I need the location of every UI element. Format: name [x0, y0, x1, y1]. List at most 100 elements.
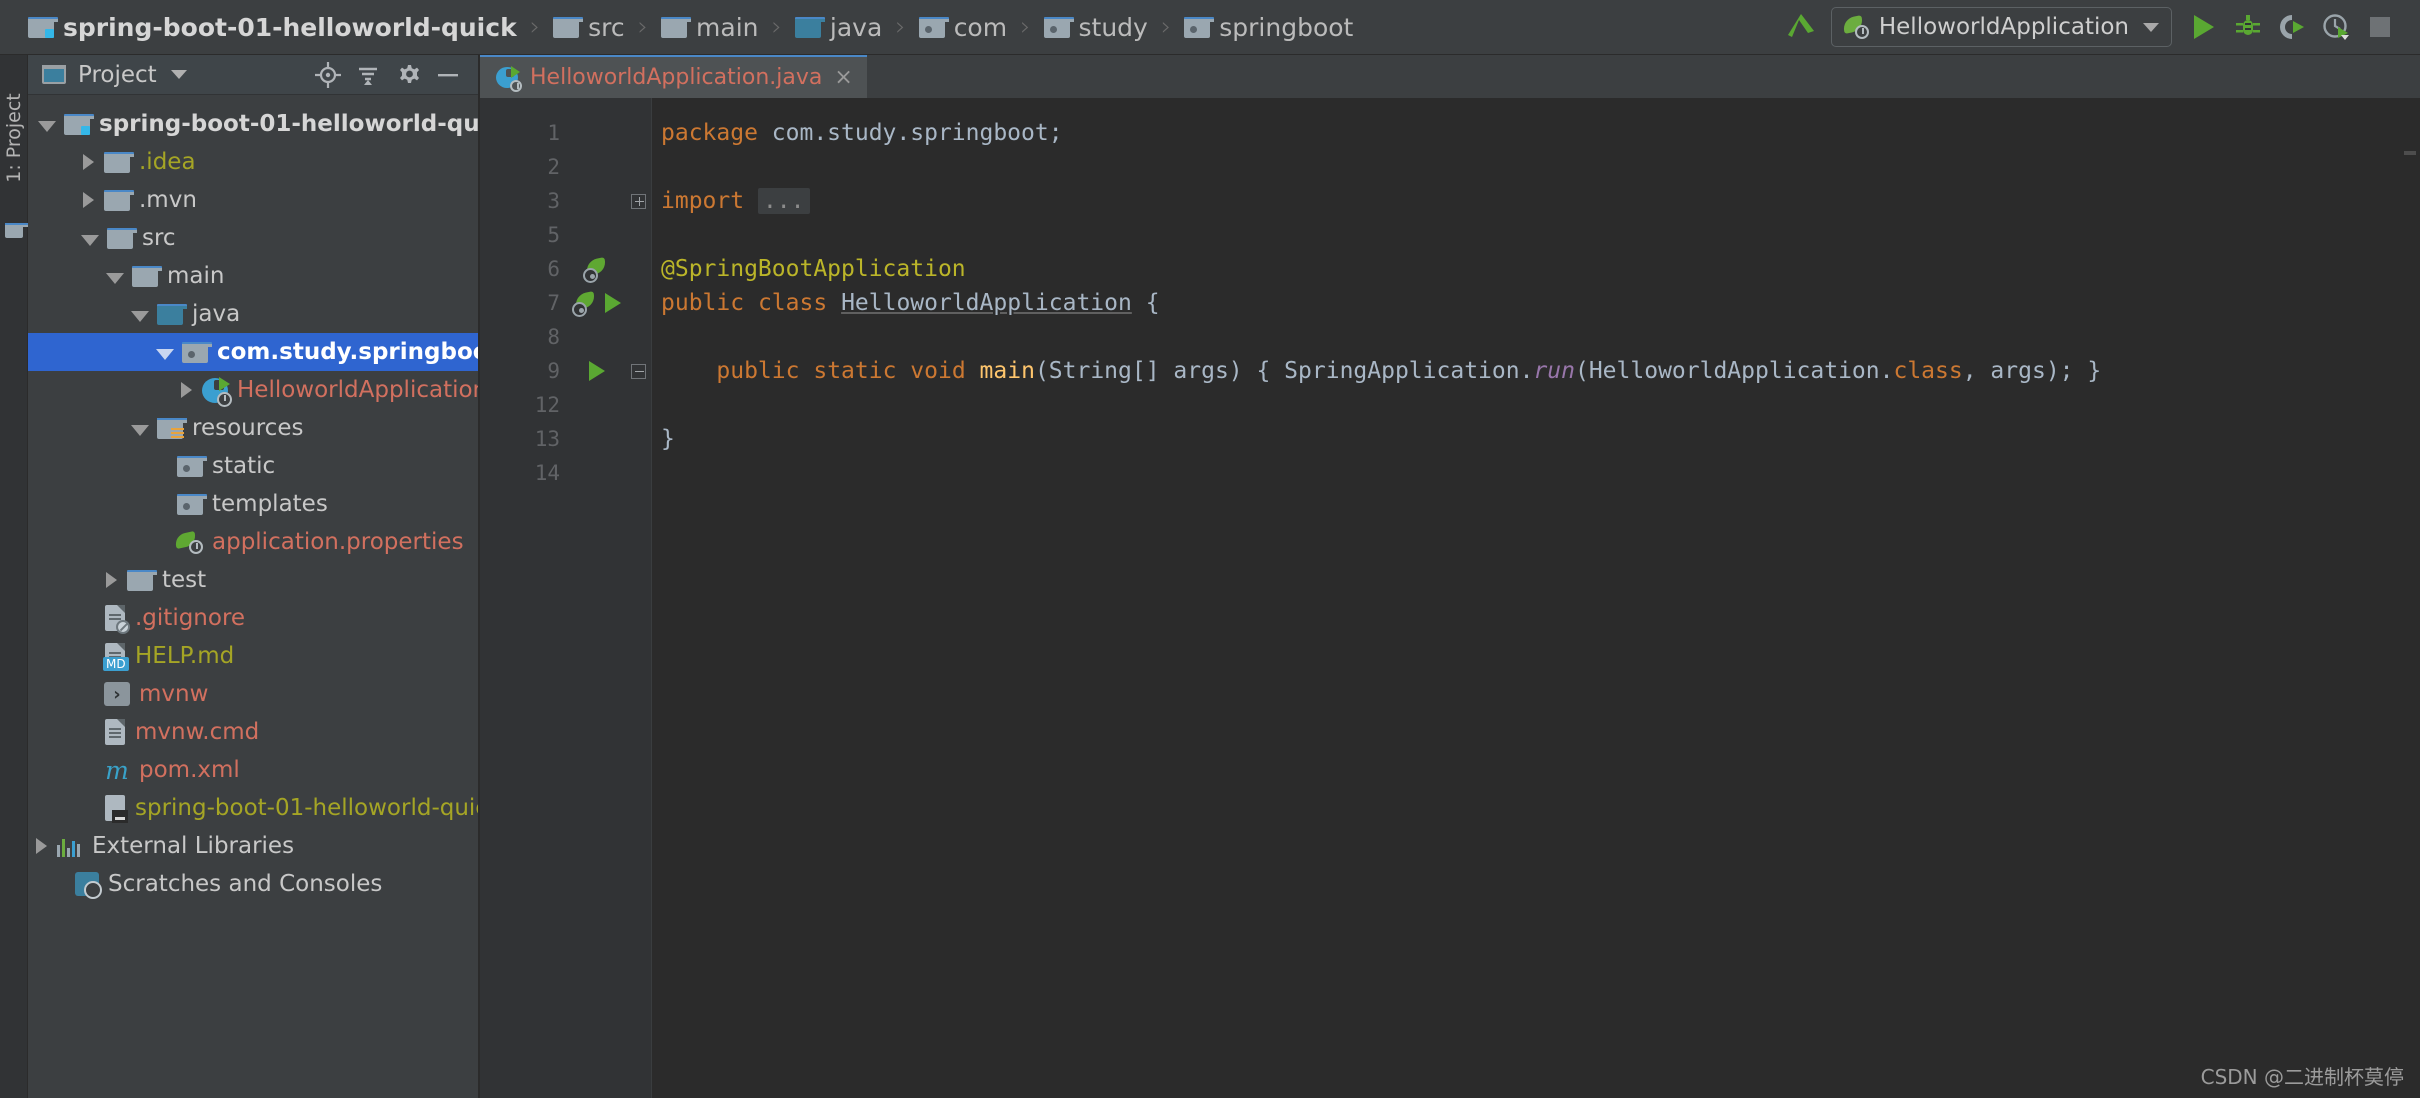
gutter-run-main[interactable] [568, 354, 626, 388]
tree-row-help-md[interactable]: MD HELP.md [28, 637, 478, 675]
tree-row-mvnw[interactable]: › mvnw [28, 675, 478, 713]
gutter-slot [568, 388, 626, 422]
tree-row-mvnw-cmd[interactable]: mvnw.cmd [28, 713, 478, 751]
chevron-collapsed-icon[interactable] [36, 838, 47, 854]
code-editor[interactable]: 1 2 3 5 6 7 8 9 12 13 14 package com.stu… [480, 98, 2420, 1098]
tree-row-test[interactable]: test [28, 561, 478, 599]
tree-row-src[interactable]: src [28, 219, 478, 257]
run-with-coverage-button[interactable] [2270, 5, 2314, 49]
profiler-button[interactable] [2314, 5, 2358, 49]
chevron-collapsed-icon[interactable] [106, 572, 117, 588]
chevron-expanded-icon[interactable] [131, 310, 149, 322]
tree-row-label: mvnw.cmd [135, 719, 260, 745]
tree-row-label: spring-boot-01-helloworld-quick [99, 111, 517, 137]
tree-row-label: .idea [139, 149, 196, 175]
run-button[interactable] [2182, 5, 2226, 49]
run-icon[interactable] [589, 361, 605, 381]
code-token: (String[] args) { SpringApplication. [1034, 358, 1534, 384]
gutter-spring-bean-run[interactable] [568, 286, 626, 320]
breadcrumb-item-com[interactable]: com [918, 0, 1007, 54]
gutter-spring-bean[interactable] [568, 252, 626, 286]
locate-button[interactable] [312, 59, 344, 91]
tree-row-resources[interactable]: resources [28, 409, 478, 447]
tree-row-package-com-study-springboot[interactable]: com.study.springboot [28, 333, 500, 371]
chevron-expanded-icon[interactable] [81, 234, 99, 246]
fold-slot [626, 320, 651, 354]
run-configuration-name: HelloworldApplication [1878, 14, 2129, 40]
breadcrumb-item-src[interactable]: src [553, 0, 625, 54]
chevron-expanded-icon[interactable] [131, 424, 149, 436]
tree-row-mvn[interactable]: .mvn [28, 181, 478, 219]
tree-row-scratches[interactable]: Scratches and Consoles [28, 865, 478, 903]
tree-row-label: resources [192, 415, 304, 441]
breadcrumb-item-main[interactable]: main [661, 0, 758, 54]
breadcrumb-separator: › [895, 12, 906, 42]
close-icon[interactable]: × [834, 66, 852, 89]
run-icon[interactable] [605, 293, 621, 313]
editor-tab-helloworld-application[interactable]: HelloworldApplication.java × [480, 55, 867, 98]
keyword-static: static [813, 358, 897, 384]
tree-row-helloworld-application[interactable]: HelloworldApplication [28, 371, 487, 409]
settings-button[interactable] [392, 59, 424, 91]
structure-tool-icon[interactable] [5, 223, 35, 238]
tree-row-label: .gitignore [135, 605, 246, 631]
hide-panel-button[interactable] [432, 59, 464, 91]
chevron-down-icon[interactable] [170, 70, 187, 79]
spring-boot-run-config-icon [1841, 15, 1869, 39]
project-panel-title: Project [78, 61, 157, 88]
breadcrumb-item-project[interactable]: spring-boot-01-helloworld-quick [28, 0, 517, 54]
chevron-collapsed-icon[interactable] [83, 192, 94, 208]
run-icon [2194, 15, 2214, 39]
method-name-main: main [979, 358, 1035, 384]
tree-row-templates[interactable]: templates [28, 485, 478, 523]
tree-row-label: static [212, 453, 276, 479]
chevron-expanded-icon[interactable] [106, 272, 124, 284]
breadcrumb-item-java[interactable]: java [794, 0, 882, 54]
gutter-slot [568, 184, 626, 218]
breadcrumb-item-springboot[interactable]: springboot [1184, 0, 1353, 54]
run-configuration-selector[interactable]: HelloworldApplication [1830, 7, 2172, 47]
code-text[interactable]: package com.study.springboot; import ...… [652, 98, 2420, 1098]
folder-icon [104, 151, 134, 173]
tree-row-external-libraries[interactable]: External Libraries [28, 827, 478, 865]
tree-row-pom-xml[interactable]: m pom.xml [28, 751, 478, 789]
project-tool-window: Project spring-boot-01-helloworld-quick … [28, 55, 1074, 1098]
stop-button[interactable] [2358, 5, 2402, 49]
editor-scrollbar[interactable] [2398, 141, 2420, 1098]
tree-row-gitignore[interactable]: .gitignore [28, 599, 478, 637]
fold-expand-imports[interactable] [626, 184, 651, 218]
fold-collapse-method[interactable] [626, 354, 651, 388]
source-folder-icon [157, 303, 187, 325]
chevron-expanded-icon[interactable] [38, 120, 56, 132]
code-token: } [661, 426, 675, 452]
collapse-all-button[interactable] [352, 59, 384, 91]
chevron-collapsed-icon[interactable] [83, 154, 94, 170]
code-token: (HelloworldApplication. [1574, 358, 1894, 384]
tree-row-java[interactable]: java [28, 295, 478, 333]
sidebar-item-project-tab[interactable]: 1: Project [0, 63, 28, 213]
code-line: package com.study.springboot; [661, 116, 2420, 150]
breadcrumb-separator: › [637, 12, 649, 42]
tree-row-label: application.properties [212, 529, 464, 555]
tree-row-static[interactable]: static [28, 447, 478, 485]
folded-imports-placeholder[interactable]: ... [757, 188, 810, 214]
tree-row-idea[interactable]: .idea [28, 143, 478, 181]
tree-row-iml[interactable]: spring-boot-01-helloworld-quick.iml [28, 789, 544, 827]
chevron-expanded-icon[interactable] [156, 348, 174, 360]
update-project-button[interactable] [1779, 5, 1823, 49]
breadcrumb-item-study[interactable]: study [1043, 0, 1148, 54]
package-icon [1043, 16, 1074, 38]
debug-button[interactable] [2226, 5, 2270, 49]
breadcrumb-label: study [1078, 12, 1148, 42]
tree-row-application-properties[interactable]: application.properties [28, 523, 478, 561]
keyword-public: public [716, 358, 800, 384]
tree-row-project-root[interactable]: spring-boot-01-helloworld-quick ~/Deskto… [28, 105, 646, 143]
scrollbar-thumb[interactable] [2404, 151, 2416, 155]
breadcrumb-separator: › [1160, 12, 1172, 42]
tree-row-main[interactable]: main [28, 257, 478, 295]
collapse-all-icon [359, 67, 377, 85]
chevron-collapsed-icon[interactable] [181, 382, 192, 398]
